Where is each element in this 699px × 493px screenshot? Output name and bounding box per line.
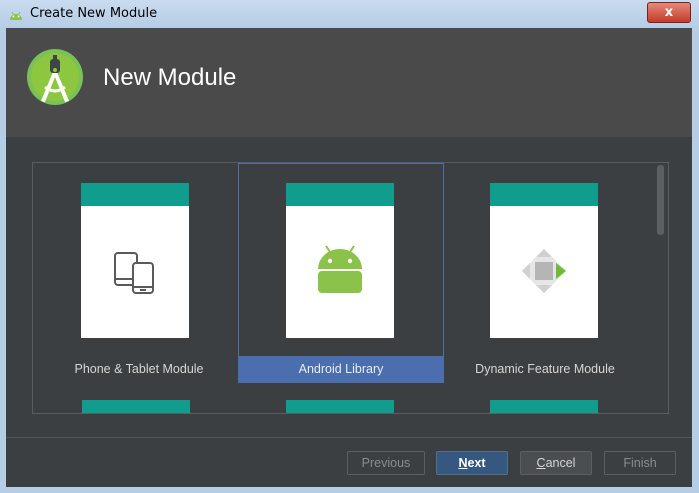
template-card-partial[interactable] <box>82 400 190 413</box>
template-label: Android Library <box>239 356 443 382</box>
template-card <box>81 183 189 338</box>
window-frame-right <box>692 28 699 493</box>
template-android-library[interactable]: Android Library <box>238 163 444 383</box>
card-header-bar <box>490 183 598 206</box>
template-card-partial[interactable] <box>286 400 394 413</box>
dynamic-feature-icon <box>522 249 566 293</box>
cancel-label-rest: ancel <box>545 456 576 470</box>
next-button[interactable]: Next <box>436 451 508 475</box>
android-studio-logo-icon <box>27 49 83 105</box>
template-dynamic-feature-module[interactable]: Dynamic Feature Module <box>443 164 647 382</box>
gallery-scrollbar[interactable] <box>655 163 667 413</box>
android-robot-icon <box>318 245 362 293</box>
page-title: New Module <box>103 64 237 91</box>
card-header-bar <box>81 183 189 206</box>
phone-tablet-icon <box>114 252 154 294</box>
window-title-bar: Create New Module x <box>0 0 699 29</box>
template-card <box>490 183 598 338</box>
window-frame-bottom <box>0 487 699 493</box>
template-phone-tablet-module[interactable]: Phone & Tablet Module <box>37 164 241 382</box>
template-card-partial[interactable] <box>490 400 598 413</box>
dialog-header: New Module <box>6 28 692 137</box>
cancel-mnemonic: C <box>536 456 546 470</box>
footer-divider <box>6 437 692 438</box>
cancel-button[interactable]: Cancel <box>520 451 592 475</box>
android-window-icon <box>10 11 22 20</box>
scrollbar-thumb[interactable] <box>657 165 664 235</box>
template-gallery: Phone & Tablet Module Android Library Dy… <box>32 162 669 414</box>
template-label: Dynamic Feature Module <box>475 362 615 376</box>
window-title: Create New Module <box>30 6 158 21</box>
finish-button[interactable]: Finish <box>604 451 676 475</box>
next-label-rest: ext <box>467 456 486 470</box>
template-card <box>286 183 394 338</box>
window-close-button[interactable]: x <box>647 2 691 23</box>
previous-button[interactable]: Previous <box>347 451 425 475</box>
card-header-bar <box>286 183 394 206</box>
template-label: Phone & Tablet Module <box>74 362 204 376</box>
